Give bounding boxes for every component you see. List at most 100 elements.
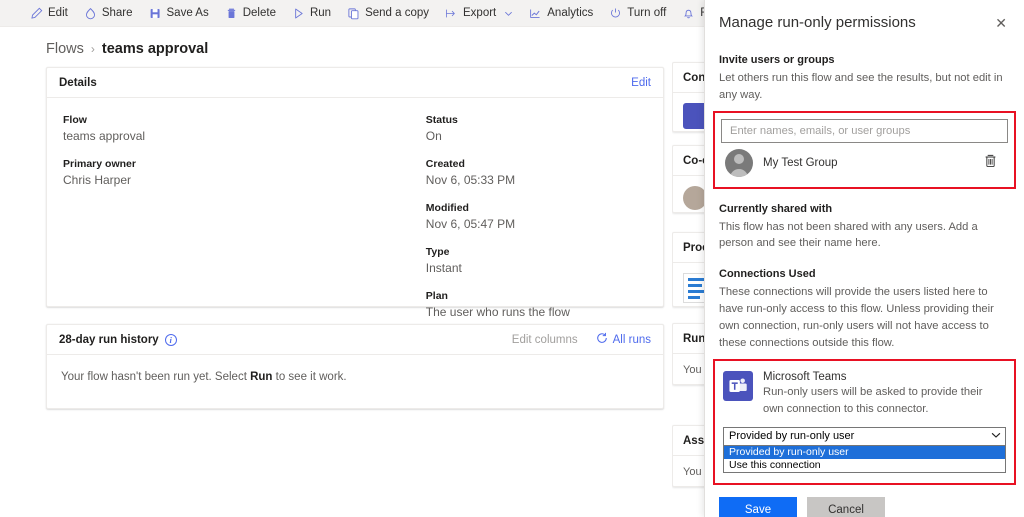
run-history-header: 28-day run history i Edit columns All ru… (47, 325, 663, 355)
command-send-a-copy[interactable]: Send a copy (339, 0, 437, 27)
run-history-title: 28-day run history (59, 333, 159, 346)
connection-mode-selected-value: Provided by run-only user (729, 430, 855, 443)
field-modified-value: Nov 6, 05:47 PM (425, 217, 516, 231)
command-run[interactable]: Run (284, 0, 339, 27)
invite-heading: Invite users or groups (719, 54, 835, 66)
field-status-value: On (425, 129, 442, 143)
connection-mode-options: Provided by run-only user Use this conne… (723, 445, 1006, 473)
connector-highlight-box: Microsoft Teams Run-only users will be a… (713, 359, 1016, 485)
field-status: Status On (426, 114, 663, 143)
chevron-down-icon[interactable] (991, 430, 1001, 442)
command-save-as-label: Save As (166, 7, 209, 19)
field-created: Created Nov 6, 05:33 PM (426, 158, 663, 187)
run-history-empty-state: Your flow hasn't been run yet. Select Ru… (47, 355, 663, 399)
connection-mode-select-wrap: Provided by run-only user Provided by ru… (723, 426, 1006, 473)
panel-title: Manage run-only permissions (719, 14, 916, 31)
all-runs-label: All runs (612, 333, 651, 346)
currently-shared-section: Currently shared with This flow has not … (705, 203, 1024, 253)
connection-mode-option-0[interactable]: Provided by run-only user (724, 445, 1005, 459)
edit-columns-link[interactable]: Edit columns (512, 334, 578, 346)
list-item: My Test Group (721, 143, 1008, 181)
command-edit-label: Edit (48, 7, 68, 19)
field-status-label: Status (425, 114, 458, 126)
app-root: Edit Share Save As Delete Run Send a cop… (0, 0, 1024, 517)
field-modified-label: Modified (425, 202, 469, 214)
all-runs-link[interactable]: All runs (596, 332, 651, 347)
details-card-title: Details (59, 76, 97, 89)
details-card-header: Details Edit (47, 68, 663, 98)
run-history-title-wrap: 28-day run history i (59, 333, 177, 346)
close-icon[interactable]: ✕ (992, 14, 1010, 32)
command-export[interactable]: Export (437, 0, 521, 27)
bell-icon (682, 7, 695, 20)
command-run-label: Run (309, 7, 332, 19)
save-as-icon (149, 7, 162, 20)
person-name: My Test Group (763, 156, 838, 169)
chevron-down-icon[interactable] (504, 9, 513, 18)
connector-name: Microsoft Teams (763, 371, 847, 384)
breadcrumb-separator: › (90, 42, 95, 56)
run-history-empty-bold: Run (250, 371, 273, 383)
avatar (725, 148, 753, 177)
command-analytics[interactable]: Analytics (521, 0, 601, 27)
connections-used-description: These connections will provide the users… (719, 286, 994, 349)
field-type-value: Instant (425, 261, 462, 275)
manage-run-only-permissions-panel: Manage run-only permissions ✕ Invite use… (704, 0, 1024, 517)
command-share-label: Share (101, 7, 133, 19)
analytics-icon (529, 7, 542, 20)
command-save-as[interactable]: Save As (141, 0, 217, 27)
play-icon (292, 7, 305, 20)
command-share[interactable]: Share (76, 0, 141, 27)
command-edit[interactable]: Edit (22, 0, 76, 27)
breadcrumb-current: teams approval (101, 41, 209, 57)
trash-icon[interactable] (983, 153, 1004, 172)
field-type-label: Type (425, 246, 450, 258)
info-icon[interactable]: i (164, 333, 177, 346)
field-created-value: Nov 6, 05:33 PM (425, 173, 516, 187)
command-turn-off-label: Turn off (627, 7, 667, 19)
field-created-label: Created (425, 158, 465, 170)
connections-used-heading: Connections Used (719, 268, 816, 281)
connector-description: Run-only users will be asked to provide … (763, 386, 983, 415)
field-plan-value: The user who runs the flow (425, 305, 570, 319)
connections-used-section: Connections Used These connections will … (705, 268, 1024, 351)
export-icon (445, 7, 458, 20)
refresh-icon (596, 332, 608, 347)
field-flow-value: teams approval (63, 129, 146, 143)
run-history-actions: Edit columns All runs (512, 332, 651, 347)
power-icon (609, 7, 622, 20)
breadcrumb-flows[interactable]: Flows (46, 41, 84, 57)
command-analytics-label: Analytics (547, 7, 594, 19)
field-plan: Plan The user who runs the flow (426, 290, 663, 319)
command-turn-off[interactable]: Turn off (601, 0, 674, 27)
share-icon (84, 7, 97, 20)
connection-mode-option-1[interactable]: Use this connection (724, 459, 1005, 472)
copy-icon (347, 7, 360, 20)
invite-section: Invite users or groups Let others run th… (705, 54, 1024, 104)
field-flow: Flow teams approval (63, 114, 426, 143)
invite-input[interactable]: Enter names, emails, or user groups (721, 118, 1008, 143)
command-export-label: Export (463, 7, 497, 19)
field-flow-label: Flow (63, 114, 87, 126)
pencil-icon (30, 7, 43, 20)
run-history-empty-prefix: Your flow hasn't been run yet. Select (61, 371, 251, 383)
cancel-button[interactable]: Cancel (807, 496, 885, 517)
details-right-column: Status On Created Nov 6, 05:33 PM Modifi… (426, 114, 663, 334)
command-delete[interactable]: Delete (217, 0, 284, 27)
details-edit-link[interactable]: Edit (631, 77, 651, 89)
field-type: Type Instant (426, 246, 663, 275)
field-modified: Modified Nov 6, 05:47 PM (426, 202, 663, 231)
panel-header: Manage run-only permissions ✕ (705, 0, 1024, 32)
run-history-empty-suffix: to see it work. (272, 371, 347, 383)
connection-mode-select[interactable]: Provided by run-only user (723, 426, 1006, 446)
field-primary-owner: Primary owner Chris Harper (63, 158, 426, 187)
field-primary-owner-label: Primary owner (63, 158, 136, 170)
save-button[interactable]: Save (719, 496, 797, 517)
details-left-column: Flow teams approval Primary owner Chris … (47, 114, 426, 334)
panel-actions: Save Cancel (705, 485, 1024, 517)
invite-input-placeholder: Enter names, emails, or user groups (730, 124, 911, 137)
microsoft-teams-icon (723, 371, 753, 402)
breadcrumb: Flows › teams approval (0, 27, 700, 57)
trash-icon (225, 7, 238, 20)
currently-shared-heading: Currently shared with (719, 202, 833, 215)
